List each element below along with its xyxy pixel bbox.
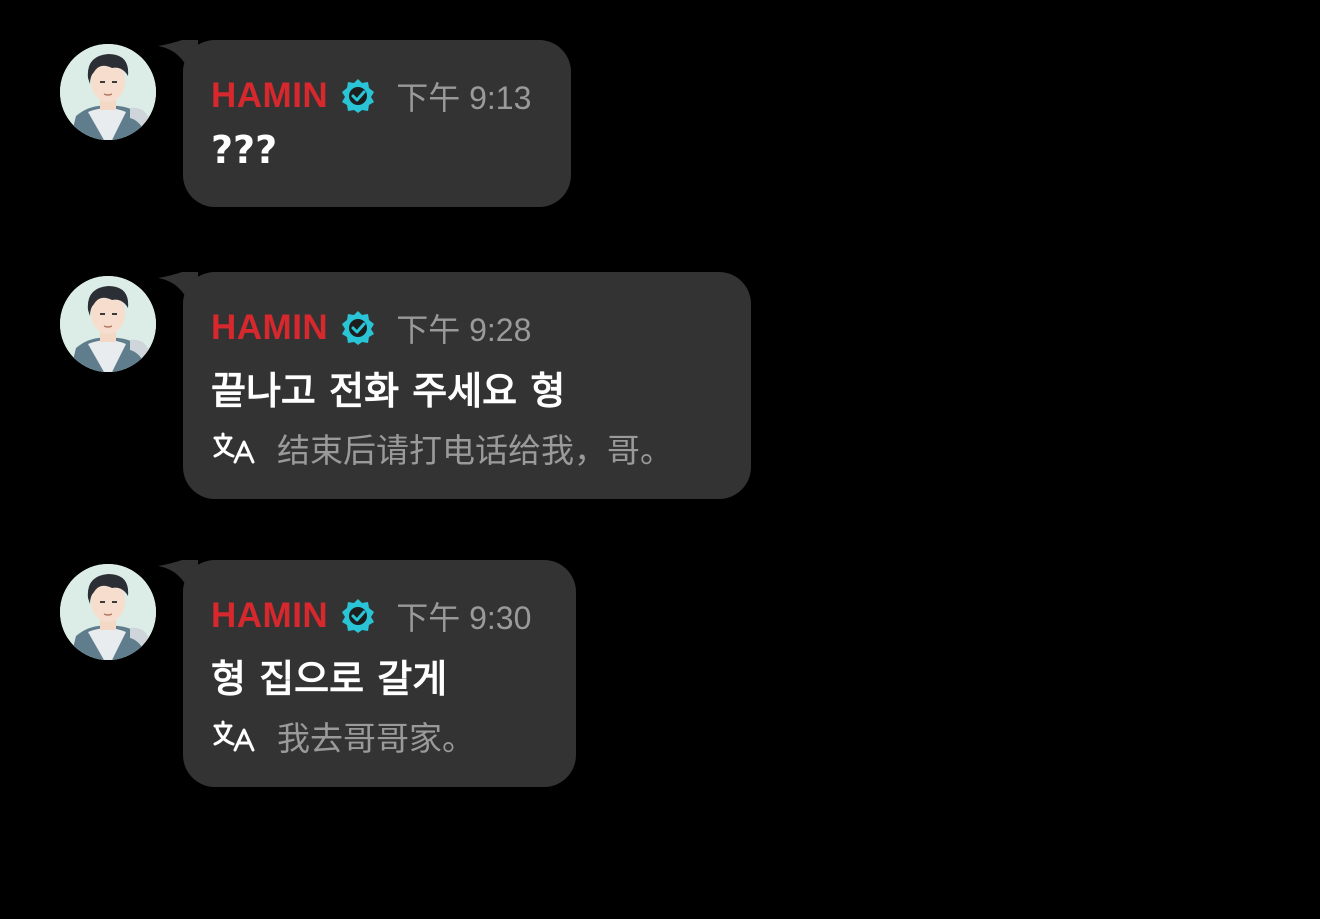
- message-meta: HAMIN 下午 9:13: [211, 76, 531, 116]
- message-bubble[interactable]: HAMIN 下午 9:13 ???: [183, 40, 571, 207]
- translate-icon[interactable]: [211, 718, 257, 754]
- message-text: ???: [211, 128, 278, 172]
- message-time: 下午 9:30: [396, 600, 532, 636]
- message-bubble[interactable]: HAMIN 下午 9:28 끝나고 전화 주세요 형 结束后请打电话给我，哥。: [183, 272, 751, 499]
- translation-row: 我去哥哥家。: [211, 712, 475, 760]
- message-time: 下午 9:13: [396, 80, 532, 116]
- message-time: 下午 9:28: [396, 312, 532, 348]
- sender-name[interactable]: HAMIN: [211, 596, 328, 636]
- avatar[interactable]: [60, 276, 156, 372]
- message-text: 형 집으로 갈게: [211, 657, 448, 701]
- verified-badge-icon: [342, 79, 375, 113]
- avatar-image: [60, 564, 156, 660]
- verified-badge-icon: [342, 599, 375, 633]
- avatar-image: [60, 44, 156, 140]
- sender-name[interactable]: HAMIN: [211, 76, 328, 116]
- sender-name[interactable]: HAMIN: [211, 308, 328, 348]
- message-meta: HAMIN 下午 9:30: [211, 596, 531, 636]
- message-text: 끝나고 전화 주세요 형: [211, 369, 566, 413]
- avatar[interactable]: [60, 44, 156, 140]
- translation-text: 我去哥哥家。: [277, 719, 475, 758]
- verified-badge-icon: [342, 311, 375, 345]
- avatar-image: [60, 276, 156, 372]
- avatar[interactable]: [60, 564, 156, 660]
- translation-text: 结束后请打电话给我，哥。: [277, 431, 673, 470]
- message-bubble[interactable]: HAMIN 下午 9:30 형 집으로 갈게 我去哥哥家。: [183, 560, 576, 787]
- translate-icon[interactable]: [211, 430, 257, 466]
- translation-row: 结束后请打电话给我，哥。: [211, 424, 673, 472]
- message-meta: HAMIN 下午 9:28: [211, 308, 531, 348]
